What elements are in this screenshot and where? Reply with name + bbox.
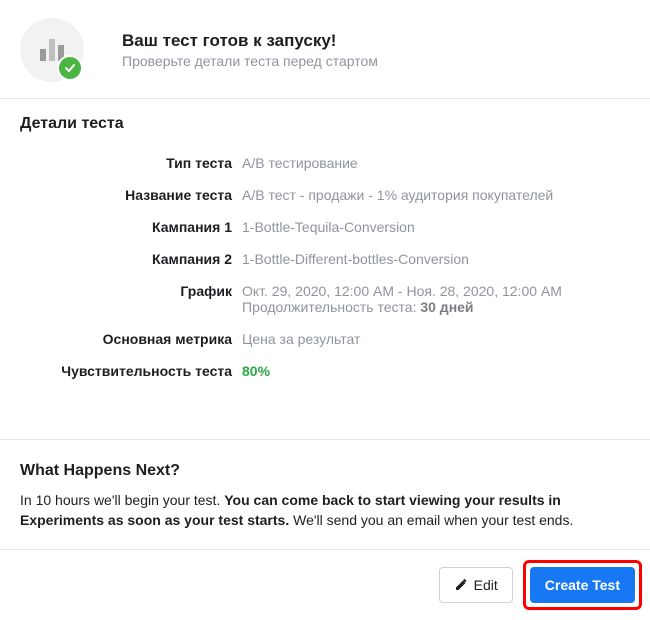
- what-happens-next-title: What Happens Next?: [20, 462, 630, 480]
- header-text: Ваш тест готов к запуску! Проверьте дета…: [122, 31, 378, 69]
- schedule-duration-prefix: Продолжительность теста:: [242, 299, 420, 315]
- schedule-duration-value: 30 дней: [420, 299, 473, 315]
- value-schedule: Окт. 29, 2020, 12:00 AM - Ноя. 28, 2020,…: [242, 283, 562, 315]
- row-campaign-2: Кампания 2 1-Bottle-Different-bottles-Co…: [20, 251, 630, 267]
- row-metric: Основная метрика Цена за результат: [20, 331, 630, 347]
- create-test-button[interactable]: Create Test: [530, 567, 635, 603]
- label-metric: Основная метрика: [20, 331, 242, 347]
- edit-button-label: Edit: [474, 577, 498, 593]
- test-summary-dialog: Ваш тест готов к запуску! Проверьте дета…: [0, 0, 650, 620]
- what-happens-next-section: What Happens Next? In 10 hours we'll beg…: [0, 440, 650, 549]
- create-test-highlight: Create Test: [523, 560, 642, 610]
- label-test-type: Тип теста: [20, 155, 242, 171]
- label-campaign-1: Кампания 1: [20, 219, 242, 235]
- header-title: Ваш тест готов к запуску!: [122, 31, 378, 51]
- check-icon: [57, 55, 83, 81]
- row-test-type: Тип теста A/B тестирование: [20, 155, 630, 171]
- label-test-name: Название теста: [20, 187, 242, 203]
- pencil-icon: [454, 578, 468, 592]
- value-test-name: A/B тест - продажи - 1% аудитория покупа…: [242, 187, 553, 203]
- header-subtitle: Проверьте детали теста перед стартом: [122, 53, 378, 69]
- label-schedule: График: [20, 283, 242, 299]
- details-section-title: Детали теста: [20, 115, 630, 133]
- footer: Edit Create Test: [0, 549, 650, 620]
- experiment-icon: [20, 18, 84, 82]
- spacer: [0, 399, 650, 439]
- schedule-range: Окт. 29, 2020, 12:00 AM - Ноя. 28, 2020,…: [242, 283, 562, 299]
- row-schedule: График Окт. 29, 2020, 12:00 AM - Ноя. 28…: [20, 283, 630, 315]
- next-post: We'll send you an email when your test e…: [289, 512, 573, 528]
- label-sensitivity: Чувствительность теста: [20, 363, 242, 379]
- value-campaign-2: 1-Bottle-Different-bottles-Conversion: [242, 251, 469, 267]
- label-campaign-2: Кампания 2: [20, 251, 242, 267]
- edit-button[interactable]: Edit: [439, 567, 513, 603]
- row-sensitivity: Чувствительность теста 80%: [20, 363, 630, 379]
- next-pre: In 10 hours we'll begin your test.: [20, 492, 224, 508]
- row-campaign-1: Кампания 1 1-Bottle-Tequila-Conversion: [20, 219, 630, 235]
- details-section: Детали теста Тип теста A/B тестирование …: [0, 99, 650, 399]
- value-campaign-1: 1-Bottle-Tequila-Conversion: [242, 219, 415, 235]
- header: Ваш тест готов к запуску! Проверьте дета…: [0, 0, 650, 98]
- value-test-type: A/B тестирование: [242, 155, 358, 171]
- row-test-name: Название теста A/B тест - продажи - 1% а…: [20, 187, 630, 203]
- create-test-button-label: Create Test: [545, 577, 620, 593]
- what-happens-next-body: In 10 hours we'll begin your test. You c…: [20, 490, 630, 531]
- schedule-duration-line: Продолжительность теста: 30 дней: [242, 299, 562, 315]
- value-sensitivity: 80%: [242, 363, 270, 379]
- value-metric: Цена за результат: [242, 331, 360, 347]
